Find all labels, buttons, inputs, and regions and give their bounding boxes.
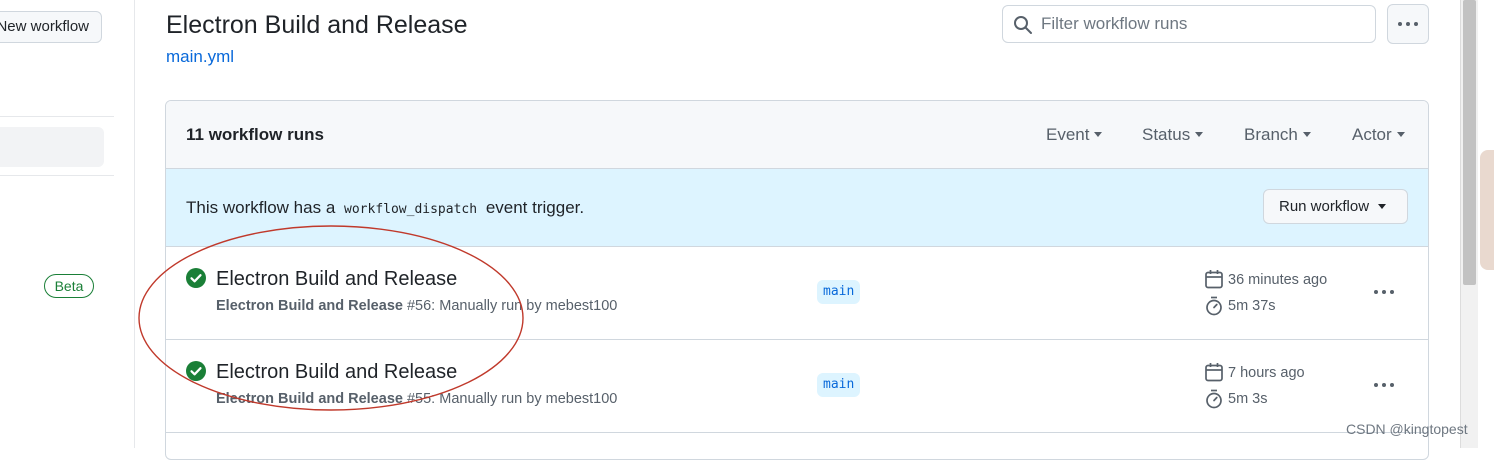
calendar-icon: [1205, 270, 1223, 289]
sidebar-divider: [0, 116, 114, 117]
branch-filter-label: Branch: [1244, 125, 1298, 144]
run-duration: 5m 37s: [1228, 298, 1276, 314]
beta-badge: Beta: [44, 274, 94, 298]
calendar-icon: [1205, 363, 1223, 382]
dispatch-text-after: event trigger.: [485, 198, 585, 217]
caret-down-icon: [1094, 132, 1103, 138]
filter-runs-field[interactable]: [1002, 5, 1376, 43]
status-filter-label: Status: [1142, 125, 1191, 144]
sidebar-divider: [0, 175, 114, 176]
filter-runs-input[interactable]: [1041, 6, 1361, 42]
branch-tag[interactable]: main: [817, 280, 861, 304]
run-duration: 5m 3s: [1228, 391, 1268, 407]
run-workflow-button[interactable]: Run workflow: [1263, 189, 1408, 224]
stopwatch-icon: [1206, 296, 1222, 316]
actor-filter-dropdown[interactable]: Actor: [1352, 125, 1405, 145]
event-filter-label: Event: [1046, 125, 1090, 144]
dispatch-event-code: workflow_dispatch: [344, 202, 478, 217]
sidebar-item-selected[interactable]: [0, 127, 104, 167]
scrollbar-thumb[interactable]: [1463, 0, 1476, 285]
actor-filter-label: Actor: [1352, 125, 1392, 144]
kebab-icon[interactable]: [1366, 277, 1402, 307]
run-time-ago: 7 hours ago: [1228, 365, 1305, 381]
new-workflow-button[interactable]: New workflow: [0, 11, 102, 43]
branch-filter-dropdown[interactable]: Branch: [1244, 125, 1311, 145]
dispatch-text-before: This workflow has a: [186, 198, 336, 217]
status-filter-dropdown[interactable]: Status: [1142, 125, 1204, 145]
avatar: [1480, 150, 1494, 270]
dispatch-message: This workflow has a workflow_dispatch ev…: [186, 198, 584, 218]
run-workflow-label: Run workflow: [1279, 198, 1370, 215]
caret-down-icon: [1302, 132, 1311, 138]
watermark: CSDN @kingtopest: [1346, 421, 1468, 437]
run-time-ago: 36 minutes ago: [1228, 272, 1328, 288]
search-icon: [1014, 16, 1032, 34]
event-filter-dropdown[interactable]: Event: [1046, 125, 1103, 145]
caret-down-icon: [1396, 132, 1405, 138]
runs-count: 11 workflow runs: [186, 125, 324, 144]
caret-down-icon: [1378, 203, 1387, 209]
workflow-file-link[interactable]: main.yml: [166, 47, 234, 67]
panel-header: 11 workflow runs Event Status Branch Act…: [166, 101, 1428, 169]
stopwatch-icon: [1206, 389, 1222, 409]
annotation-ellipse: [138, 225, 524, 411]
caret-down-icon: [1195, 132, 1204, 138]
kebab-icon[interactable]: [1366, 370, 1402, 400]
kebab-icon: [1398, 22, 1418, 26]
page-title: Electron Build and Release: [166, 11, 468, 39]
workflow-options-button[interactable]: [1387, 4, 1429, 44]
branch-tag[interactable]: main: [817, 373, 861, 397]
sidebar-separator: [134, 0, 135, 448]
